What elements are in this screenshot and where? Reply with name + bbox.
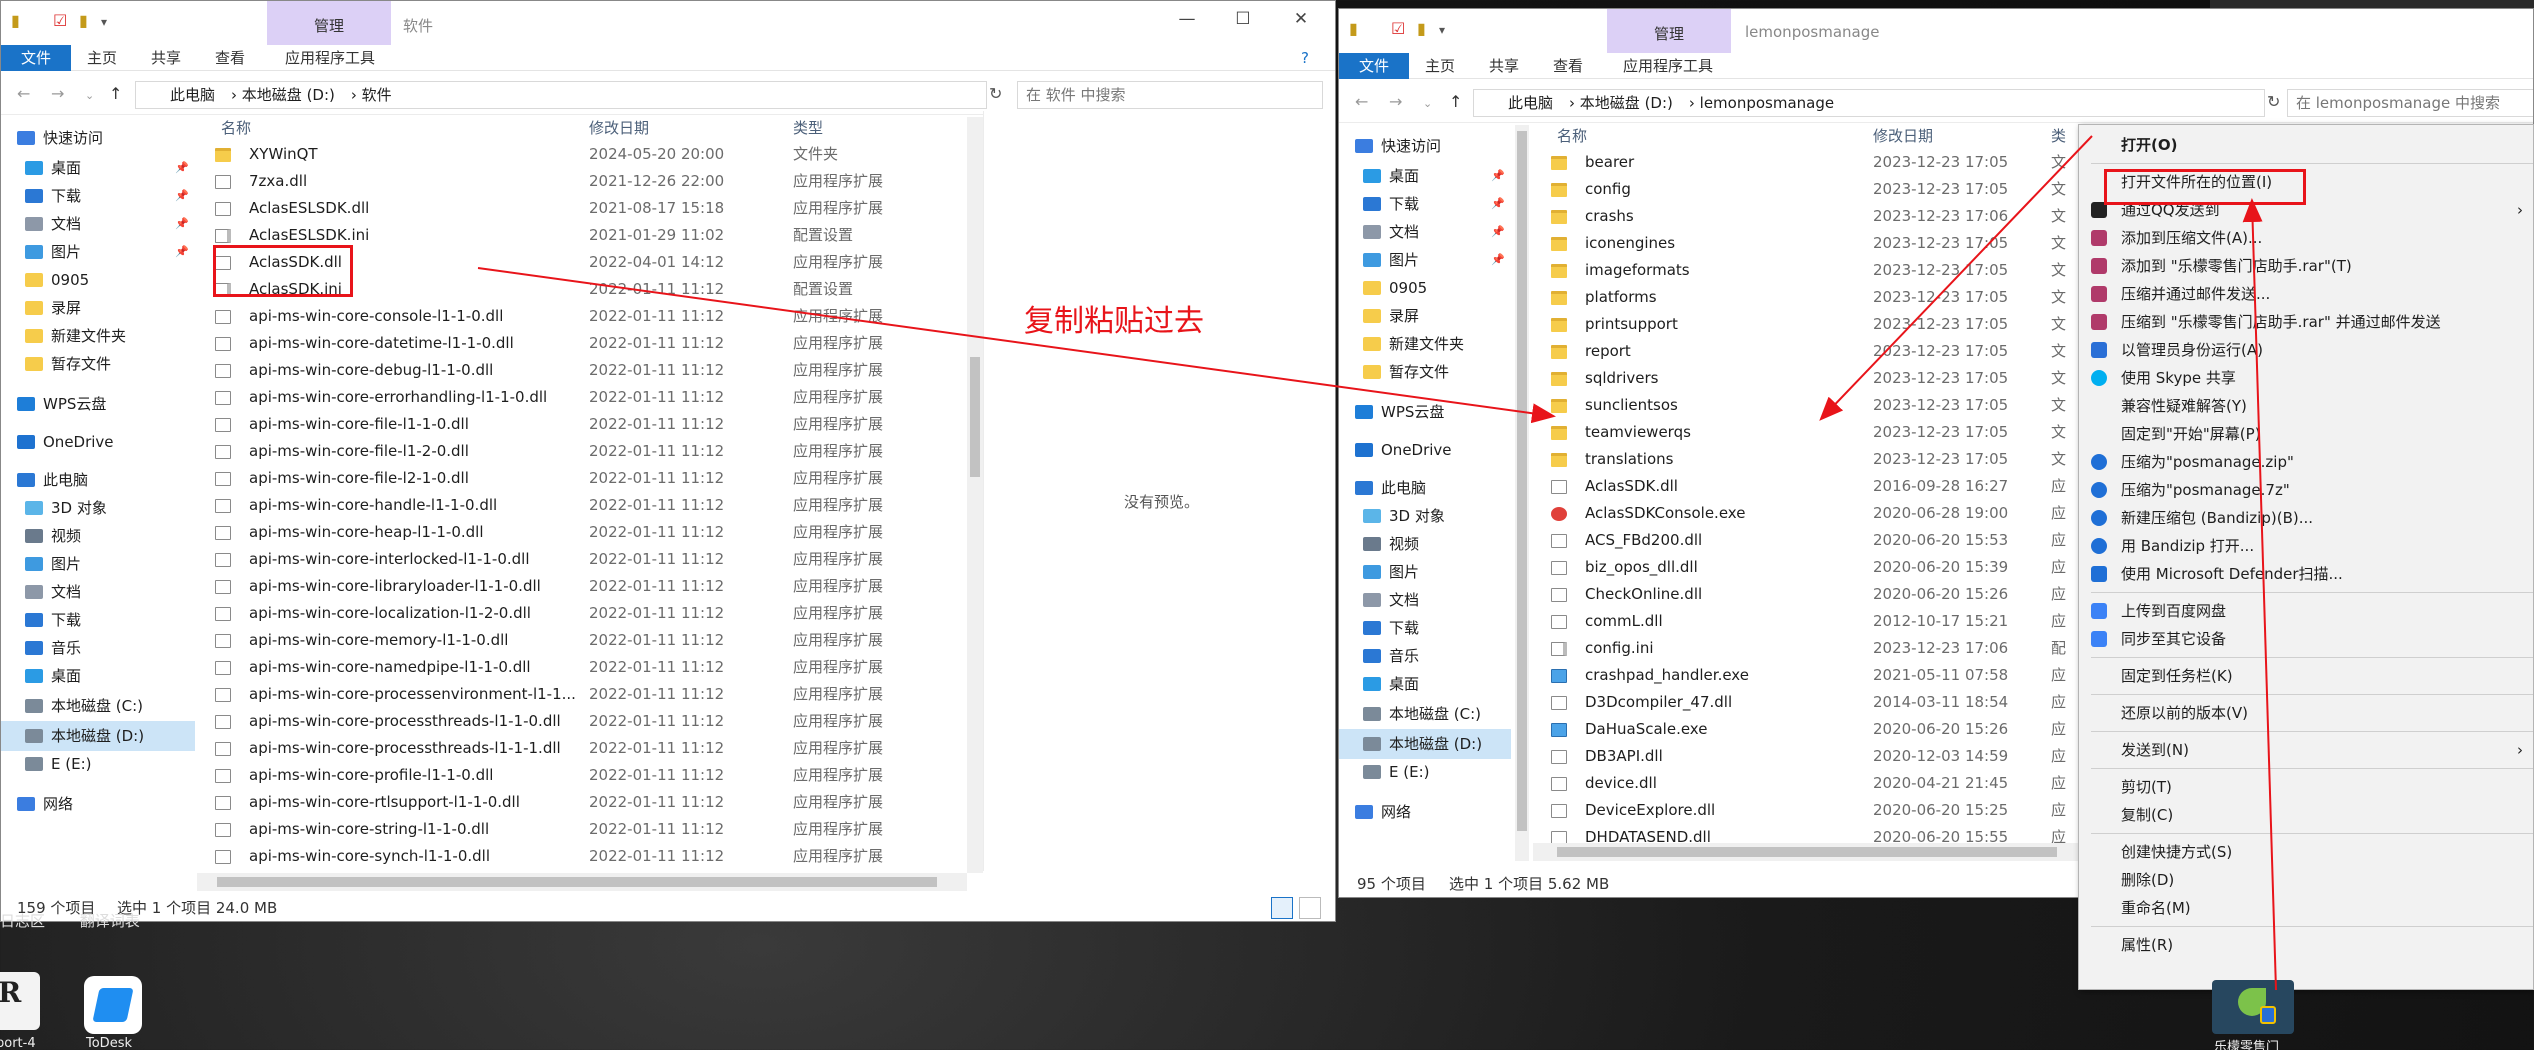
- arrow-shortcut-to-menu: [2242, 198, 2277, 991]
- highlight-box-open-location: [2104, 169, 2306, 205]
- annotation-arrows: [477, 135, 2277, 991]
- annotation-text: 复制粘贴过去: [1024, 304, 1204, 339]
- arrow-copy-to-folder: [477, 267, 1556, 424]
- arrow-open-location-to-folder: [1819, 135, 2093, 421]
